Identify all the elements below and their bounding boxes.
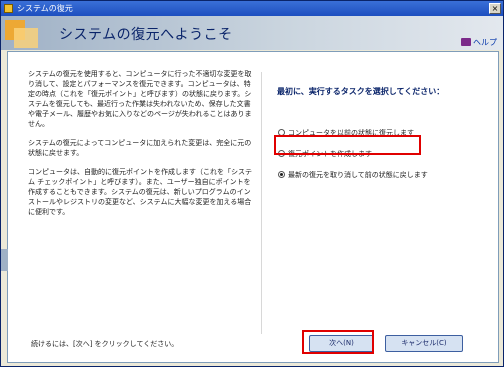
next-button-highlight-box <box>302 330 374 354</box>
content-panel: システムの復元を使用すると、コンピュータに行った不適切な変更を取り消して、設定と… <box>7 51 499 363</box>
description-paragraph-1: システムの復元を使用すると、コンピュータに行った不適切な変更を取り消して、設定と… <box>28 70 252 128</box>
continue-instruction: 続けるには、[次へ] をクリックしてください。 <box>31 340 179 348</box>
window-title: システムの復元 <box>17 4 73 13</box>
option-highlight-box <box>274 135 421 155</box>
system-restore-window: システムの復元 × システムの復元へようこそ ヘルプ システムの復元を使用すると… <box>0 0 504 367</box>
description-paragraph-2: システムの復元によってコンピュータに加えられた変更は、完全に元の状態に戻せます。 <box>28 139 252 157</box>
side-tab <box>1 249 8 271</box>
help-link[interactable]: ヘルプ <box>461 37 497 48</box>
cancel-button[interactable]: キャンセル(C) <box>385 335 463 352</box>
title-bar: システムの復元 × <box>1 1 503 16</box>
help-book-icon <box>461 38 471 46</box>
task-prompt: 最初に、実行するタスクを選択してください： <box>277 87 445 96</box>
divider <box>261 72 262 334</box>
description-paragraph-3: コンピュータは、自動的に復元ポイントを作成します（これを「システム チェックポイ… <box>28 168 252 216</box>
help-label: ヘルプ <box>473 38 497 47</box>
option-undo-last-restore[interactable]: 最新の復元を取り消して前の状態に戻します <box>278 170 428 180</box>
restore-app-icon <box>4 4 13 13</box>
system-restore-logo-icon <box>5 20 41 48</box>
close-button[interactable]: × <box>489 3 501 14</box>
page-title: システムの復元へようこそ <box>59 27 233 43</box>
radio-selected-icon[interactable] <box>278 171 285 178</box>
description-text: システムの復元を使用すると、コンピュータに行った不適切な変更を取り消して、設定と… <box>28 69 256 226</box>
wizard-header: システムの復元へようこそ ヘルプ <box>1 16 503 50</box>
option-label: 最新の復元を取り消して前の状態に戻します <box>288 171 428 179</box>
